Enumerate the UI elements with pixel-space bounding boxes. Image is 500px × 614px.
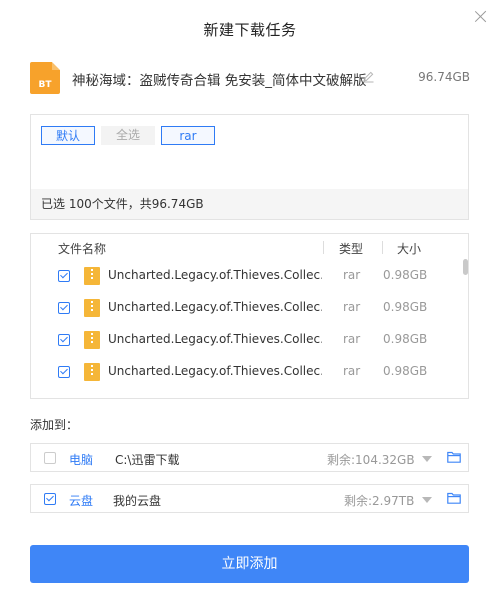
- destination-local-free-space: 剩余:104.32GB: [327, 453, 415, 467]
- file-type: rar: [343, 332, 361, 346]
- file-name: Uncharted.Legacy.of.Thieves.Collec…: [108, 332, 322, 346]
- file-list-header: 文件名称 类型 大小: [31, 234, 468, 262]
- archive-file-icon: [84, 363, 100, 381]
- archive-file-icon: [84, 331, 100, 349]
- file-type: rar: [343, 300, 361, 314]
- column-header-size[interactable]: 大小: [397, 240, 421, 257]
- destination-local-path[interactable]: C:\迅雷下载: [115, 451, 179, 468]
- add-now-button[interactable]: 立即添加: [30, 545, 469, 583]
- destination-local[interactable]: 电脑 C:\迅雷下载 剩余:104.32GB: [30, 443, 469, 472]
- column-divider: [323, 241, 324, 254]
- destination-local-checkbox[interactable]: [44, 452, 56, 464]
- file-checkbox[interactable]: [58, 302, 70, 314]
- file-checkbox[interactable]: [58, 334, 70, 346]
- destination-cloud-checkbox[interactable]: [44, 493, 56, 505]
- bt-file-icon: BT: [30, 62, 60, 94]
- dialog-title: 新建下载任务: [203, 21, 297, 39]
- file-name: Uncharted.Legacy.of.Thieves.Collec…: [108, 364, 322, 378]
- filter-tag-rar[interactable]: rar: [161, 126, 215, 145]
- filter-panel: 默认 全选 rar 已选 100个文件，共96.74GB: [30, 114, 469, 220]
- chevron-down-icon[interactable]: [422, 456, 432, 462]
- column-header-name[interactable]: 文件名称: [58, 240, 106, 257]
- file-name: Uncharted.Legacy.of.Thieves.Collec…: [108, 268, 322, 282]
- file-type: rar: [343, 364, 361, 378]
- close-icon[interactable]: [473, 9, 489, 25]
- file-row[interactable]: Uncharted.Legacy.of.Thieves.Collec… rar …: [31, 260, 468, 292]
- selection-status: 已选 100个文件，共96.74GB: [31, 189, 468, 219]
- file-row[interactable]: Uncharted.Legacy.of.Thieves.Collec… rar …: [31, 292, 468, 324]
- edit-icon[interactable]: [362, 70, 375, 83]
- file-row[interactable]: Uncharted.Legacy.of.Thieves.Collec… rar …: [31, 356, 468, 388]
- filter-tag-default[interactable]: 默认: [41, 126, 95, 145]
- destination-cloud-type: 云盘: [69, 494, 94, 508]
- file-size: 0.98GB: [383, 300, 428, 314]
- destination-cloud[interactable]: 云盘 我的云盘 剩余:2.97TB: [30, 484, 469, 513]
- folder-icon[interactable]: [447, 451, 461, 463]
- add-to-label: 添加到：: [30, 418, 79, 432]
- task-name: 神秘海域：盗贼传奇合辑 免安装_简体中文破解版: [72, 73, 367, 89]
- destination-cloud-path[interactable]: 我的云盘: [113, 492, 161, 509]
- file-size: 0.98GB: [383, 268, 428, 282]
- filter-tag-select-all[interactable]: 全选: [101, 126, 155, 145]
- column-divider: [382, 241, 383, 254]
- file-size: 0.98GB: [383, 364, 428, 378]
- task-total-size: 96.74GB: [418, 70, 470, 84]
- archive-file-icon: [84, 299, 100, 317]
- archive-file-icon: [84, 267, 100, 285]
- folder-icon[interactable]: [447, 492, 461, 504]
- column-header-type[interactable]: 类型: [339, 240, 363, 257]
- file-checkbox[interactable]: [58, 366, 70, 378]
- chevron-down-icon[interactable]: [422, 497, 432, 503]
- file-name: Uncharted.Legacy.of.Thieves.Collec…: [108, 300, 322, 314]
- destination-cloud-free-space: 剩余:2.97TB: [344, 494, 415, 508]
- file-row[interactable]: Uncharted.Legacy.of.Thieves.Collec… rar …: [31, 324, 468, 356]
- file-size: 0.98GB: [383, 332, 428, 346]
- file-type: rar: [343, 268, 361, 282]
- file-checkbox[interactable]: [58, 270, 70, 282]
- scrollbar-thumb[interactable]: [463, 259, 468, 275]
- destination-local-type: 电脑: [69, 453, 94, 467]
- file-list: 文件名称 类型 大小 Uncharted.Legacy.of.Thieves.C…: [30, 233, 469, 399]
- bt-icon-label: BT: [38, 80, 52, 90]
